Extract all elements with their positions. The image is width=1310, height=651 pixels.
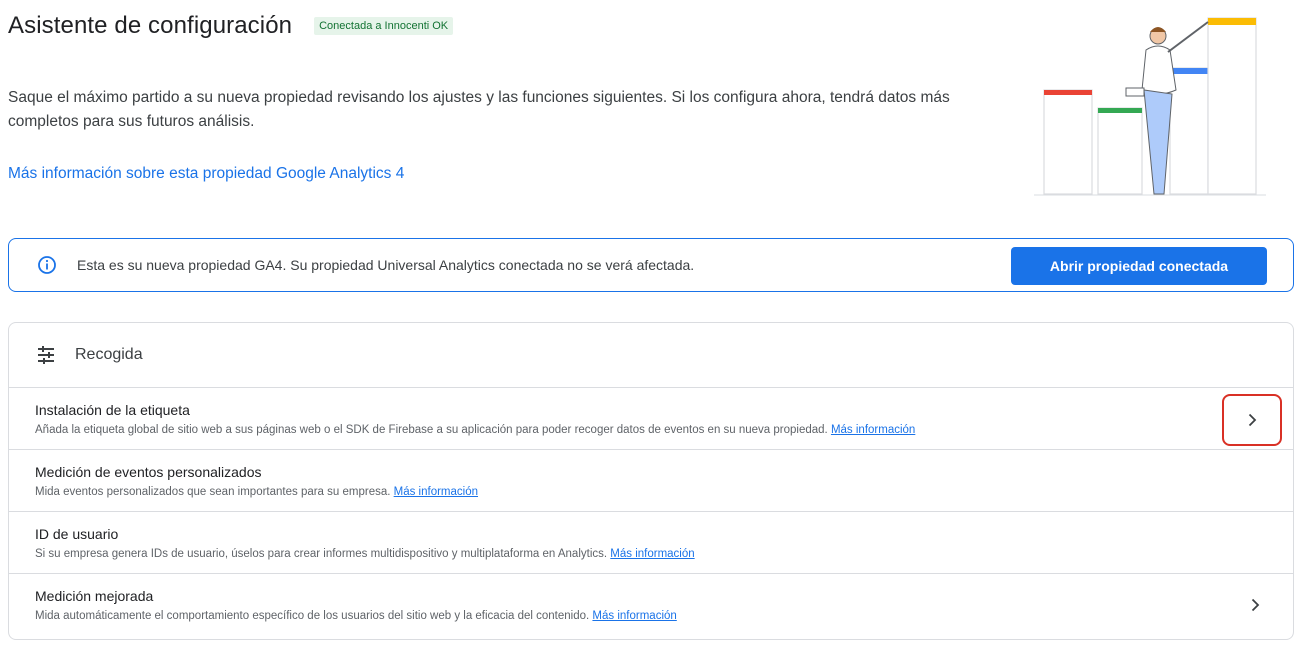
data-collection-icon [38,346,54,364]
learn-more-property-link[interactable]: Más información sobre esta propiedad Goo… [8,165,404,183]
open-connected-property-button[interactable]: Abrir propiedad conectada [1011,247,1267,285]
learn-more-link[interactable]: Más información [610,548,694,560]
intro-text: Saque el máximo partido a su nueva propi… [8,89,950,130]
info-banner: Esta es su nueva propiedad GA4. Su propi… [8,238,1294,292]
setup-item-custom-events[interactable]: Medición de eventos personalizados Mida … [9,450,1293,512]
page-title: Asistente de configuración [8,12,293,39]
collection-card-header: Recogida [9,323,1293,388]
setup-item-title: Instalación de la etiqueta [35,402,190,418]
setup-item-description: Añada la etiqueta global de sitio web a … [35,424,915,436]
setup-illustration [1034,17,1266,196]
setup-item-description-text: Añada la etiqueta global de sitio web a … [35,424,828,436]
chevron-right-button[interactable] [1222,394,1282,446]
setup-item-description-text: Mida eventos personalizados que sean imp… [35,486,391,498]
page-header: Asistente de configuración Conectada a I… [8,12,454,40]
setup-item-description-text: Mida automáticamente el comportamiento e… [35,610,590,622]
collection-card: Recogida Instalación de la etiqueta Añad… [8,322,1294,640]
chevron-right-icon [1251,598,1260,612]
setup-item-title: Medición mejorada [35,588,154,604]
chevron-right-button[interactable] [1239,589,1271,621]
info-icon [38,256,56,274]
setup-item-description: Mida automáticamente el comportamiento e… [35,610,677,622]
setup-item-user-id[interactable]: ID de usuario Si su empresa genera IDs d… [9,512,1293,574]
setup-item-description: Si su empresa genera IDs de usuario, úse… [35,548,695,560]
learn-more-link[interactable]: Más información [831,424,915,436]
collection-card-title: Recogida [75,346,143,363]
banner-text: Esta es su nueva propiedad GA4. Su propi… [77,257,695,273]
setup-item-title: ID de usuario [35,526,119,542]
setup-item-description-text: Si su empresa genera IDs de usuario, úse… [35,548,608,560]
learn-more-link[interactable]: Más información [592,610,676,622]
connection-status-badge: Conectada a Innocenti OK [314,17,454,35]
chevron-right-icon [1248,413,1257,427]
setup-item-enhanced-measurement[interactable]: Medición mejorada Mida automáticamente e… [9,574,1293,636]
setup-item-title: Medición de eventos personalizados [35,464,262,480]
setup-item-description: Mida eventos personalizados que sean imp… [35,486,478,498]
setup-item-tag-installation[interactable]: Instalación de la etiqueta Añada la etiq… [9,388,1293,450]
learn-more-link[interactable]: Más información [394,486,478,498]
